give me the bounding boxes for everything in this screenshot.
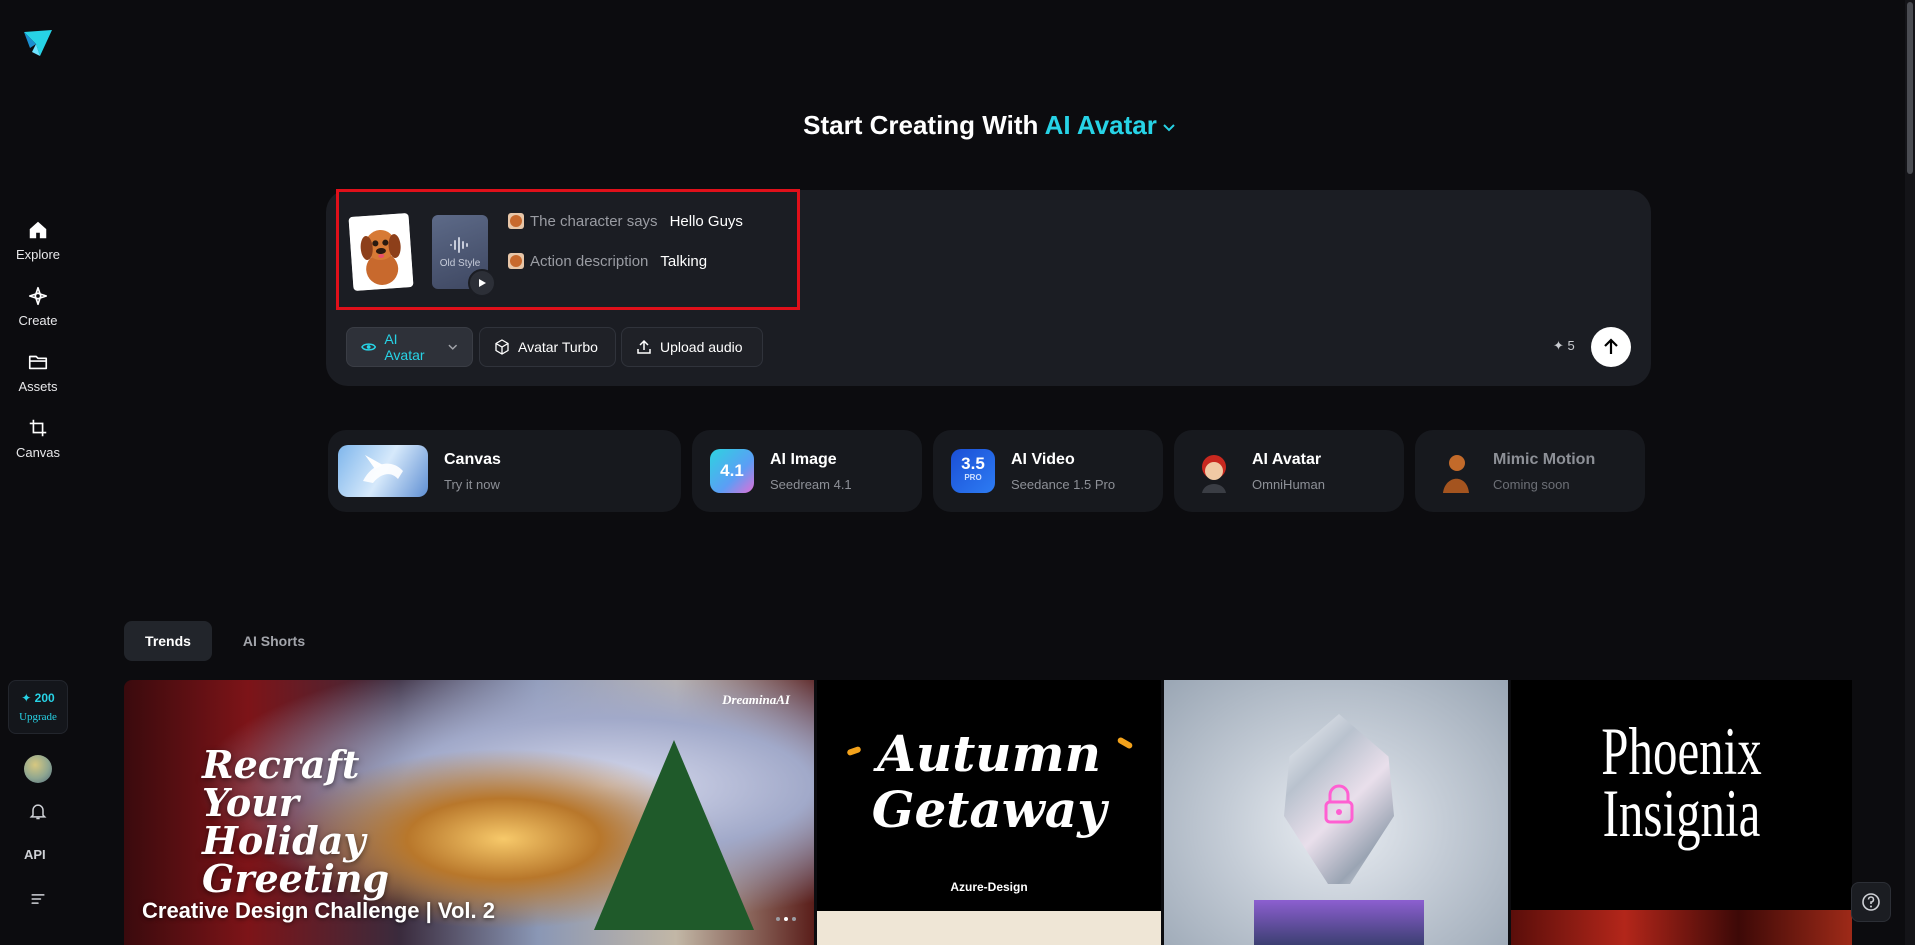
tab-ai-shorts[interactable]: AI Shorts: [226, 621, 322, 661]
bell-icon[interactable]: [26, 799, 50, 823]
sidebar-item-label: Canvas: [15, 444, 61, 460]
gallery-card-phoenix[interactable]: Phoenix Insignia: [1511, 680, 1852, 945]
sidebar-item-assets[interactable]: Assets: [0, 344, 76, 400]
eye-icon: [361, 343, 377, 351]
lock-icon: [1324, 784, 1354, 824]
api-link[interactable]: API: [24, 847, 46, 862]
arrow-up-icon: [1604, 338, 1618, 354]
brand-watermark: DreaminaAI: [722, 692, 790, 707]
art-headline-line1: Autumn: [877, 724, 1101, 783]
sidebar-item-label: Assets: [18, 378, 58, 394]
scrollbar-thumb[interactable]: [1907, 2, 1913, 174]
art-headline-line2: Getaway: [871, 780, 1107, 839]
gallery-caption: Creative Design Challenge | Vol. 2: [142, 898, 495, 923]
page-scrollbar[interactable]: [1905, 0, 1915, 945]
upload-icon: [637, 339, 651, 354]
feature-subtitle: OmniHuman: [1252, 476, 1325, 492]
feature-card-ai-video[interactable]: 3.5 PRO AI Video Seedance 1.5 Pro: [933, 430, 1163, 512]
sidebar-item-label: Explore: [15, 246, 61, 262]
art-headline: Recraft Your Holiday Greeting: [202, 742, 390, 901]
question-icon: [1862, 893, 1880, 911]
upload-audio-button[interactable]: Upload audio: [621, 327, 763, 367]
feature-card-canvas[interactable]: Canvas Try it now: [328, 430, 681, 512]
chevron-down-icon: [1163, 124, 1175, 132]
feature-title: Canvas: [444, 450, 501, 468]
sparkle-icon: [28, 286, 48, 305]
crop-icon: [29, 419, 47, 436]
upload-audio-label: Upload audio: [660, 339, 743, 355]
avatar-character-thumbnail: [1192, 449, 1236, 493]
art-credit: Azure-Design: [950, 880, 1028, 894]
next-row-preview: [1511, 910, 1852, 945]
carousel-dots[interactable]: [776, 917, 796, 921]
gallery-card-autumn[interactable]: Autumn Getaway Azure-Design: [817, 680, 1161, 945]
cube-icon: [495, 339, 509, 355]
sidebar-item-label: Create: [18, 312, 58, 328]
pegasus-thumbnail: [338, 445, 428, 497]
help-button[interactable]: [1851, 882, 1891, 922]
feature-card-ai-avatar[interactable]: AI Avatar OmniHuman: [1174, 430, 1404, 512]
art-headline: Autumn Getaway: [817, 726, 1161, 838]
next-row-preview: [817, 911, 1161, 945]
feature-card-mimic-motion: Mimic Motion Coming soon: [1415, 430, 1645, 512]
feature-title: AI Avatar: [1252, 450, 1322, 468]
home-icon: [29, 221, 47, 238]
mode-selector-label: AI Avatar: [1044, 110, 1157, 140]
credit-star-icon: ✦: [1553, 338, 1564, 353]
sidebar-item-explore[interactable]: Explore: [0, 212, 76, 268]
chevron-down-icon: [447, 344, 457, 350]
seedance-badge: 3.5: [961, 454, 985, 473]
generate-button[interactable]: [1591, 327, 1631, 367]
dreamina-logo-icon[interactable]: [22, 28, 54, 58]
feature-subtitle: Try it now: [444, 476, 500, 492]
mode-dropdown-label: AI Avatar: [384, 331, 425, 363]
feature-title: Mimic Motion: [1493, 450, 1596, 468]
model-select-button[interactable]: Avatar Turbo: [479, 327, 616, 367]
mode-selector[interactable]: AI Avatar: [1045, 110, 1177, 140]
sidebar-item-create[interactable]: Create: [0, 278, 76, 334]
seedance-icon: 3.5 PRO: [951, 449, 995, 493]
feature-subtitle: Seedance 1.5 Pro: [1011, 476, 1116, 492]
feature-title: AI Video: [1011, 450, 1075, 468]
sidebar-item-canvas[interactable]: Canvas: [0, 410, 76, 466]
model-select-label: Avatar Turbo: [518, 339, 598, 355]
art-headline-line1: Phoenix: [1601, 713, 1762, 789]
tab-trends[interactable]: Trends: [124, 621, 212, 661]
credits-upgrade-button[interactable]: ✦ 200 Upgrade: [8, 680, 68, 734]
folder-icon: [28, 355, 48, 369]
generation-cost: ✦ 5: [1553, 338, 1575, 354]
mode-dropdown-button[interactable]: AI Avatar: [346, 327, 473, 367]
user-avatar[interactable]: [24, 755, 52, 783]
seedance-badge-sub: PRO: [964, 473, 982, 482]
seedream-icon: 4.1: [710, 449, 754, 493]
title-prefix: Start Creating With: [803, 110, 1039, 140]
christmas-tree-art: [594, 740, 754, 930]
upgrade-label: Upgrade: [19, 711, 57, 723]
gallery-card-holiday[interactable]: DreaminaAI Recraft Your Holiday Greeting…: [124, 680, 814, 945]
menu-icon[interactable]: [26, 887, 50, 911]
cost-value: 5: [1567, 338, 1575, 353]
art-headline: Phoenix Insignia: [1559, 713, 1805, 851]
sidebar: Explore Create Assets Canvas ✦ 200 Upgra…: [0, 0, 76, 945]
gallery-card-crystal-lock[interactable]: [1164, 680, 1508, 945]
credits-count: ✦ 200: [21, 691, 55, 705]
art-headline-line2: Insignia: [1602, 775, 1761, 851]
selection-highlight: [336, 189, 800, 310]
seedream-badge: 4.1: [720, 461, 744, 480]
feature-card-ai-image[interactable]: 4.1 AI Image Seedream 4.1: [692, 430, 922, 512]
page-title: Start Creating With AI Avatar: [0, 110, 1915, 141]
feature-subtitle: Coming soon: [1493, 476, 1570, 492]
mimic-figure-thumbnail: [1433, 449, 1477, 493]
pedestal-art: [1254, 900, 1424, 945]
feature-subtitle: Seedream 4.1: [770, 476, 852, 492]
feature-title: AI Image: [770, 450, 837, 468]
